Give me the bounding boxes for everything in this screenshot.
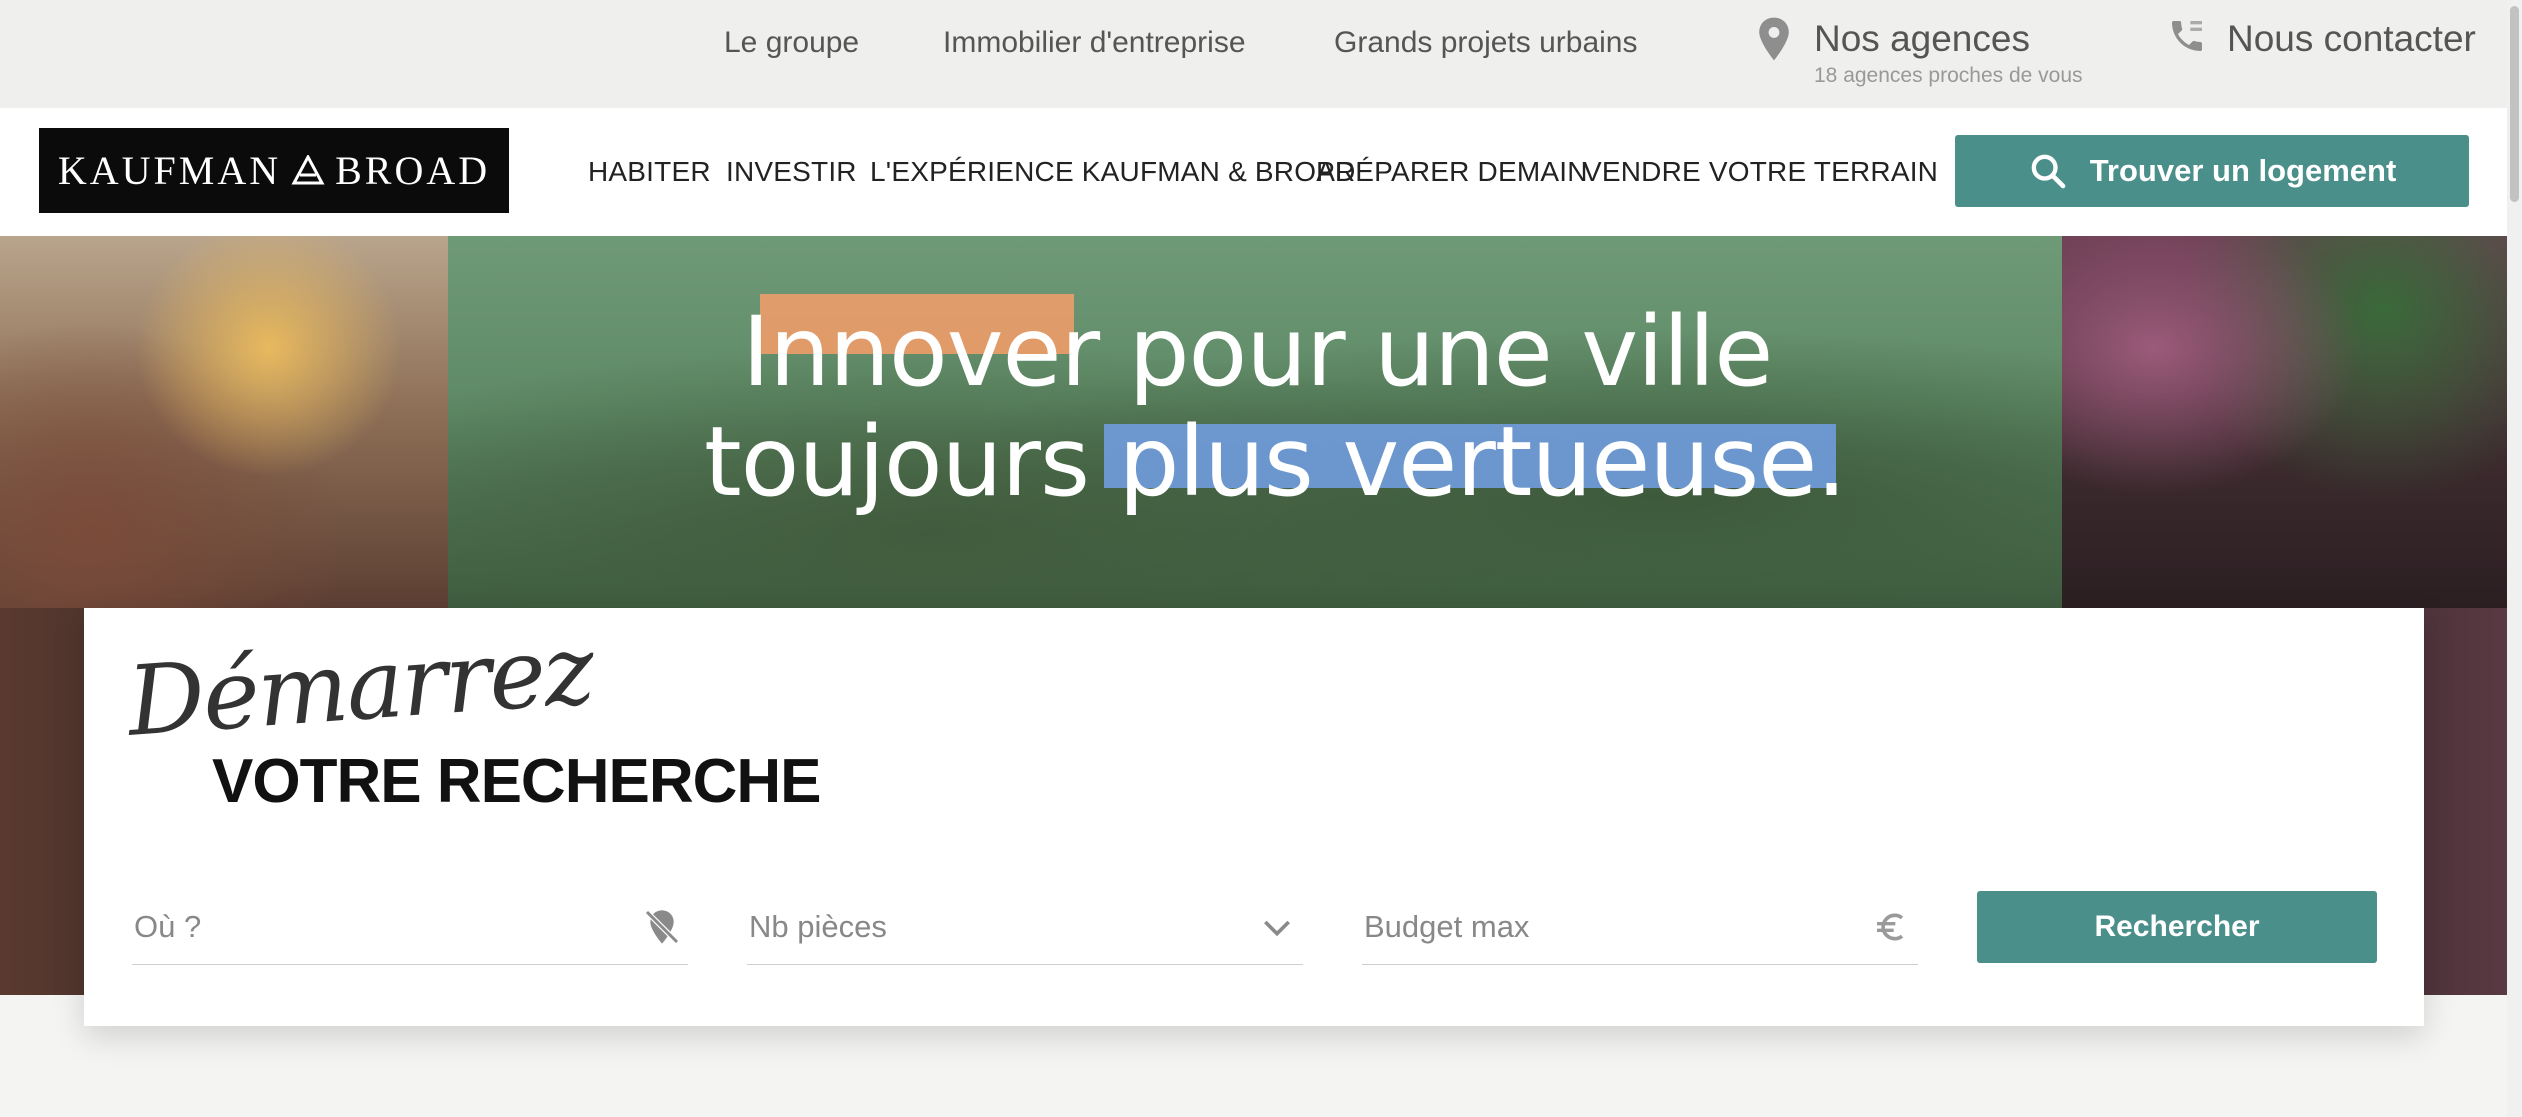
top-utility-bar: Le groupe Immobilier d'entreprise Grands…	[0, 0, 2522, 108]
phone-icon	[2172, 21, 2202, 51]
nav-experience[interactable]: L'EXPÉRIENCE KAUFMAN & BROAD	[870, 156, 1356, 188]
search-icon	[2031, 154, 2066, 189]
hero-headline-line1: Innover pour une ville	[742, 296, 1773, 408]
search-card: Démarrez VOTRE RECHERCHE Où ? Nb pièces …	[84, 608, 2424, 1026]
logo-triangle-icon	[291, 154, 325, 184]
location-off-icon[interactable]	[642, 907, 682, 947]
trouver-logement-label: Trouver un logement	[2089, 153, 2397, 188]
nav-vendre-terrain[interactable]: VENDRE VOTRE TERRAIN	[1583, 156, 1938, 188]
search-title: VOTRE RECHERCHE	[212, 747, 822, 816]
link-immobilier-entreprise[interactable]: Immobilier d'entreprise	[943, 26, 1246, 60]
hero-photo-right	[2062, 236, 2522, 608]
rooms-placeholder: Nb pièces	[749, 909, 887, 944]
budget-field[interactable]: Budget max	[1362, 893, 1918, 965]
rooms-select[interactable]: Nb pièces	[747, 893, 1303, 965]
budget-placeholder: Budget max	[1364, 909, 1530, 944]
hero-headline-line2: toujours plus vertueuse.	[704, 406, 1847, 518]
nos-agences-sub: 18 agences proches de vous	[1814, 64, 2083, 87]
scrollbar-thumb[interactable]	[2510, 6, 2519, 202]
nous-contacter-link[interactable]: Nous contacter	[2167, 14, 2487, 74]
logo-text-left: KAUFMAN	[57, 148, 282, 193]
rechercher-button[interactable]: Rechercher	[1977, 891, 2377, 963]
nav-preparer-demain[interactable]: PRÉPARER DEMAIN	[1316, 156, 1588, 188]
search-script-title: Démarrez	[124, 613, 596, 758]
location-field[interactable]: Où ?	[132, 893, 688, 965]
chevron-down-icon	[1264, 920, 1290, 937]
main-header: KAUFMAN BROAD HABITER INVESTIR L'EXPÉRIE…	[0, 108, 2522, 236]
nav-investir[interactable]: INVESTIR	[726, 156, 857, 188]
link-grands-projets-urbains[interactable]: Grands projets urbains	[1334, 26, 1638, 60]
location-placeholder: Où ?	[134, 909, 202, 944]
hero-photo-left	[0, 236, 448, 608]
map-pin-icon	[1759, 17, 1789, 61]
trouver-logement-button[interactable]: Trouver un logement	[1955, 135, 2469, 207]
nos-agences-link[interactable]: Nos agences 18 agences proches de vous	[1754, 14, 2134, 94]
logo-text-right: BROAD	[335, 148, 491, 193]
nos-agences-label: Nos agences	[1814, 18, 2030, 59]
nav-habiter[interactable]: HABITER	[588, 156, 711, 188]
nous-contacter-label: Nous contacter	[2227, 18, 2476, 59]
euro-icon	[1877, 913, 1904, 941]
kaufman-broad-logo[interactable]: KAUFMAN BROAD	[39, 128, 509, 213]
link-le-groupe[interactable]: Le groupe	[724, 26, 859, 60]
